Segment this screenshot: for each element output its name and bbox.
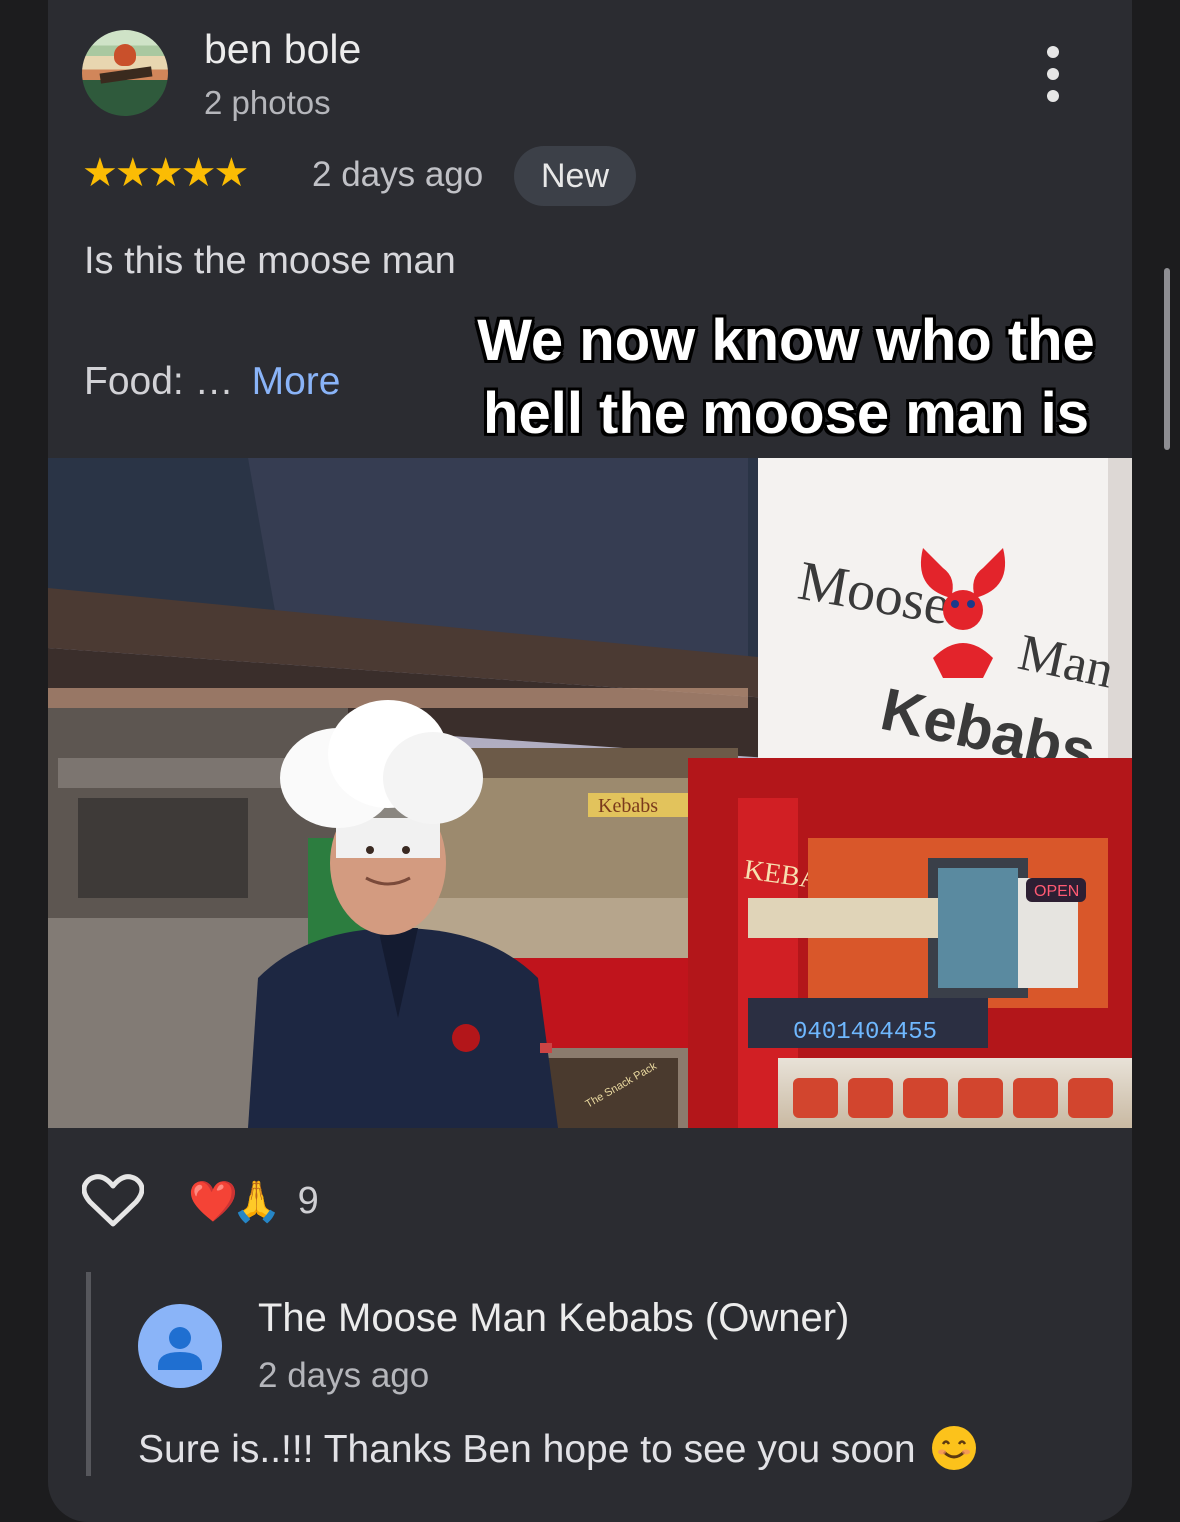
reactions-row: ❤️ 🙏 9: [82, 1172, 319, 1230]
review-text: Is this the moose man: [84, 240, 456, 282]
review-photo[interactable]: Kebabs Moose Man Kebabs KEBABS 040140445…: [48, 458, 1132, 1128]
reply-divider: [86, 1272, 91, 1476]
heart-outline-icon[interactable]: [82, 1172, 144, 1230]
folded-hands-emoji[interactable]: 🙏: [232, 1178, 282, 1225]
phone-sign: 0401404455: [793, 1019, 937, 1046]
owner-name[interactable]: The Moose Man Kebabs (Owner): [258, 1296, 849, 1341]
caption-line-1: We now know who the: [477, 308, 1095, 373]
heart-emoji[interactable]: ❤️: [188, 1178, 238, 1225]
more-link[interactable]: More: [252, 360, 341, 403]
owner-reply-text-row: Sure is..!!! Thanks Ben hope to see you …: [138, 1424, 978, 1472]
awning-sign: Kebabs: [598, 795, 658, 817]
review-card: ben bole 2 photos ★★★★★ 2 days ago New I…: [48, 0, 1132, 1522]
reviewer-photo-count: 2 photos: [204, 84, 331, 121]
person-icon: [158, 1327, 202, 1370]
owner-reply-date: 2 days ago: [258, 1356, 430, 1395]
caption-line-2: hell the moose man is: [483, 381, 1089, 446]
food-label: Food: …: [84, 360, 234, 403]
owner-reply-text: Sure is..!!! Thanks Ben hope to see you …: [138, 1428, 916, 1471]
scrollbar[interactable]: [1164, 268, 1170, 450]
new-badge: New: [514, 146, 636, 206]
food-summary: Food: … More: [84, 360, 340, 404]
open-sign: OPEN: [1034, 883, 1079, 900]
star-rating: ★★★★★: [82, 151, 249, 195]
reviewer-name[interactable]: ben bole: [204, 26, 361, 73]
reviewer-avatar[interactable]: [82, 30, 168, 116]
review-date: 2 days ago: [312, 155, 484, 194]
owner-avatar[interactable]: [138, 1304, 222, 1388]
reaction-count: 9: [297, 1179, 319, 1222]
smiling-face-icon: [931, 1426, 976, 1470]
more-vert-icon[interactable]: [1038, 46, 1068, 102]
meme-caption: We now know who the hell the moose man i…: [436, 304, 1132, 450]
